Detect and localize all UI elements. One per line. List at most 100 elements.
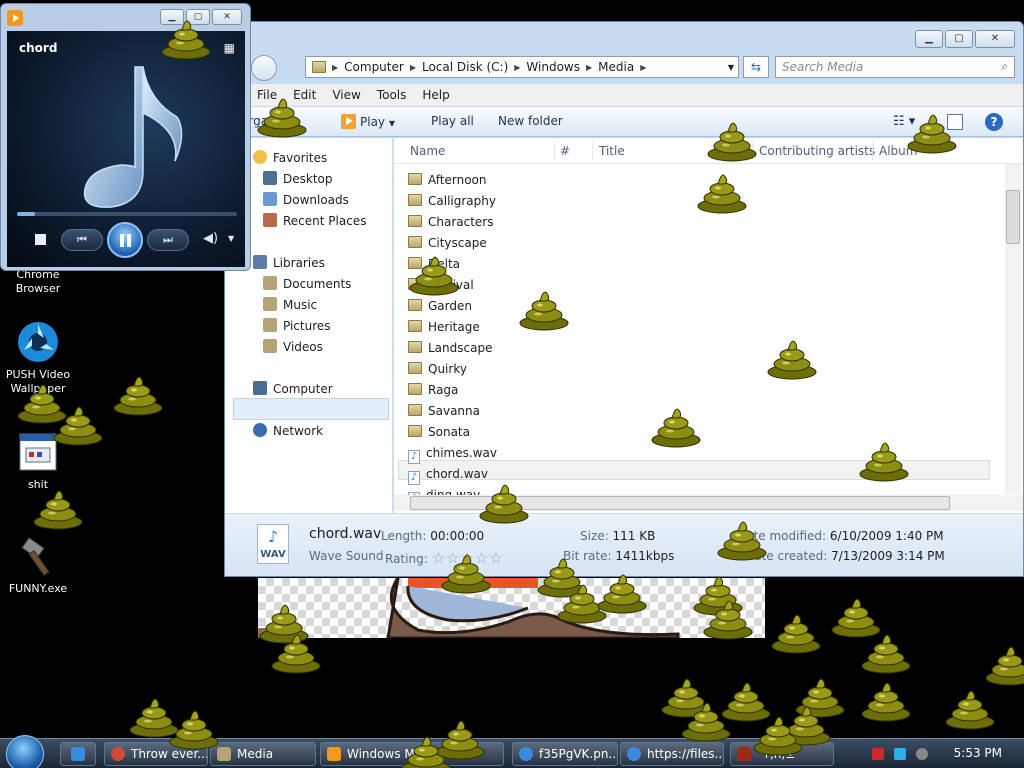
previous-button[interactable]: ⏮ [61,229,103,251]
desktop-icon-label: Chrome Browser [15,268,61,295]
nav-favorites[interactable]: Favorites [253,148,327,168]
folder-row[interactable]: Quirky [408,359,467,379]
folder-row[interactable]: Savanna [408,401,480,421]
breadcrumb-local-disk[interactable]: Local Disk (C:) [422,60,508,74]
seek-bar[interactable] [17,212,237,216]
taskbar: Throw ever... Media Windows M... f35PgVK… [0,735,1024,768]
column-contributing-artists[interactable]: Contributing artists [759,144,875,158]
pause-button[interactable] [107,222,143,258]
player-titlebar[interactable]: ▁ ▢ ✕ [1,4,250,30]
nav-computer[interactable]: Computer [253,379,333,399]
length-value: 00:00:00 [430,529,485,543]
play-button[interactable]: Play ▼ [341,114,395,129]
help-icon[interactable]: ? [985,113,1003,131]
folder-row[interactable]: Heritage [408,317,480,337]
nav-documents[interactable]: Documents [263,274,351,294]
address-bar[interactable]: ▶ Computer ▶ Local Disk (C:) ▶ Windows ▶… [305,56,739,78]
nav-libraries[interactable]: Libraries [253,253,325,273]
file-name: Savanna [428,404,480,418]
file-name: Garden [428,299,472,313]
now-playing-screen: chord ▦ ⏮ ⏭ ◀) ▼ [7,31,245,267]
nav-recent-places[interactable]: Recent Places [263,211,366,231]
poop-icon [766,334,818,380]
taskbar-button-files[interactable]: https://files... [620,742,724,766]
file-row[interactable]: ♪ chord.wav [408,464,488,485]
nav-network[interactable]: Network [253,421,323,441]
volume-icon[interactable]: ◀) [203,231,218,246]
poop-icon [270,628,322,674]
menu-bar: File Edit View Tools Help [225,84,1023,106]
nav-desktop[interactable]: Desktop [263,169,333,189]
switch-to-library-icon[interactable]: ▦ [224,41,235,55]
clock[interactable]: 5:53 PM [954,746,1002,760]
taskbar-button-media[interactable]: Media [210,742,316,766]
nav-downloads[interactable]: Downloads [263,190,349,210]
minimize-button[interactable]: ▁ [915,30,943,48]
nav-pictures[interactable]: Pictures [263,316,331,336]
menu-view[interactable]: View [324,88,368,102]
nav-music[interactable]: Music [263,295,317,315]
documents-icon [263,276,277,290]
file-name: Landscape [428,341,493,355]
search-icon[interactable]: ⌕ [1001,59,1008,74]
column-name[interactable]: Name [410,144,445,158]
chrome-icon [111,747,125,761]
folder-row[interactable]: Landscape [408,338,492,358]
chevron-down-icon[interactable]: ▼ [728,63,734,72]
search-input[interactable]: Search Media ⌕ [775,56,1015,78]
menu-help[interactable]: Help [414,88,457,102]
stop-button[interactable] [35,234,46,245]
player-close-button[interactable]: ✕ [212,9,242,25]
folder-row[interactable]: Calligraphy [408,191,496,211]
refresh-icon[interactable]: ⇆ [743,56,769,78]
close-button[interactable]: ✕ [975,30,1015,48]
folder-row[interactable]: Afternoon [408,170,487,190]
file-name: Afternoon [428,173,487,187]
program-icon [737,747,751,761]
flag-icon[interactable] [872,748,884,760]
nav-videos[interactable]: Videos [263,337,323,357]
column-title[interactable]: Title [599,144,625,158]
network-tray-icon[interactable] [894,748,906,760]
maximize-button[interactable]: ▢ [945,30,973,48]
explorer-titlebar[interactable]: ▁ ▢ ✕ [225,22,1023,52]
length-label: Length: [381,529,427,543]
file-name: chimes.wav [426,446,497,460]
play-all-button[interactable]: Play all [431,114,474,128]
folder-row[interactable]: Characters [408,212,494,232]
folder-icon [408,362,422,374]
new-folder-button[interactable]: New folder [498,114,563,128]
desktop-icon-chrome[interactable]: Chrome Browser [0,268,78,296]
hammer-icon [16,534,60,578]
poop-icon [860,628,912,674]
volume-tray-icon[interactable] [916,748,928,760]
play-icon [341,114,356,129]
search-placeholder: Search Media [782,60,864,74]
poop-icon [256,92,308,138]
vertical-scrollbar[interactable] [1005,164,1021,494]
next-button[interactable]: ⏭ [147,229,189,251]
folder-row[interactable]: Garden [408,296,472,316]
menu-tools[interactable]: Tools [369,88,415,102]
poop-icon [52,400,104,446]
breadcrumb-media[interactable]: Media [598,60,634,74]
taskbar-button-image[interactable]: f35PgVK.pn... [512,742,618,766]
breadcrumb-windows[interactable]: Windows [526,60,580,74]
poop-icon [400,730,452,768]
forward-button[interactable] [251,55,277,81]
desktop-icon-funny-exe[interactable]: FUNNY.exe [0,534,78,596]
details-pane: WAV chord.wav Wave Sound Length: 00:00:0… [225,514,1023,576]
column-number[interactable]: # [560,144,570,158]
folder-row[interactable]: Sonata [408,422,470,442]
ie-quicklaunch-icon[interactable] [60,742,96,766]
start-button[interactable] [6,735,44,768]
breadcrumb-computer[interactable]: Computer [344,60,404,74]
push-video-icon [16,320,60,364]
file-row[interactable]: ♪ chimes.wav [408,443,497,464]
rating-label: Rating: [385,552,428,566]
chevron-down-icon[interactable]: ▼ [228,234,234,243]
poop-icon [160,14,212,60]
file-name: Cityscape [428,236,487,250]
folder-row[interactable]: Raga [408,380,458,400]
computer-icon [253,381,267,395]
